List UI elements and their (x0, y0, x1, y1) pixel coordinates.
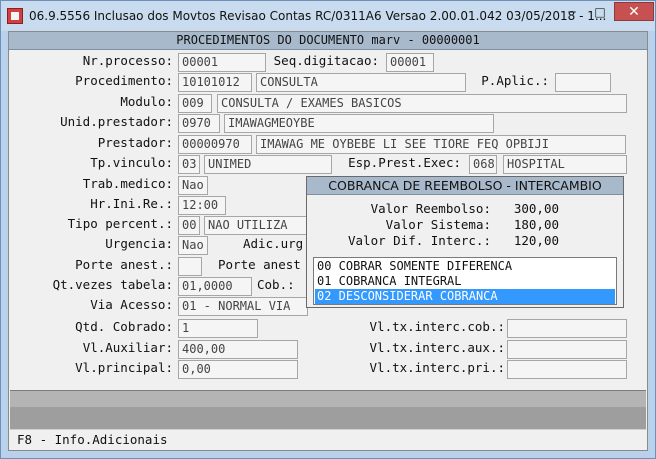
action-band (10, 390, 646, 430)
valor-reembolso-label: Valor Reembolso: (370, 201, 491, 216)
hr-ini-re-field[interactable]: 12:00 (178, 196, 226, 215)
valor-reembolso-value: 300,00 (513, 201, 559, 216)
form-panel: PROCEDIMENTOS DO DOCUMENTO marv - 000000… (8, 31, 648, 451)
unid-prestador-desc-field: IMAWAGMEOYBE (224, 114, 494, 133)
vl-tx-interc-pri-label: Vl.tx.interc.pri.: (369, 360, 505, 375)
popup-title: COBRANCA DE REEMBOLSO - INTERCAMBIO (307, 177, 623, 195)
via-acesso-label: Via Acesso: (90, 297, 173, 312)
p-aplic-label: P.Aplic.: (481, 73, 549, 88)
urgencia-label: Urgencia: (105, 236, 173, 251)
vl-tx-interc-aux-field[interactable] (507, 340, 627, 359)
option-cobranca-integral[interactable]: 01 COBRANCA INTEGRAL (315, 274, 615, 289)
vl-auxiliar-field[interactable]: 400,00 (178, 340, 298, 359)
via-acesso-field[interactable]: 01 - NORMAL VIA (178, 297, 308, 316)
modulo-label: Modulo: (120, 94, 173, 109)
vl-tx-interc-cob-label: Vl.tx.interc.cob.: (369, 319, 505, 334)
trab-medico-field[interactable]: Nao (178, 176, 208, 195)
hr-ini-re-label: Hr.Ini.Re.: (90, 196, 173, 211)
vl-tx-interc-aux-label: Vl.tx.interc.aux.: (369, 340, 505, 355)
esp-prest-exec-label: Esp.Prest.Exec: (348, 155, 461, 170)
cobranca-options-list[interactable]: 00 COBRAR SOMENTE DIFERENCA 01 COBRANCA … (313, 257, 617, 305)
prestador-desc-field: IMAWAG ME OYBEBE LI SEE TIORE FEQ OPBIJI (256, 135, 626, 154)
qt-vezes-tabela-field[interactable]: 01,0000 (178, 277, 252, 296)
p-aplic-field[interactable] (555, 73, 611, 92)
app-window: 06.9.5556 Inclusao dos Movtos Revisao Co… (0, 0, 656, 459)
unid-prestador-label: Unid.prestador: (60, 114, 173, 129)
seq-digitacao-field[interactable]: 00001 (386, 53, 434, 72)
modulo-code-field[interactable]: 009 (178, 94, 212, 113)
valor-dif-interc-value: 120,00 (513, 233, 559, 248)
modulo-desc-field: CONSULTA / EXAMES BASICOS (217, 94, 627, 113)
qtd-cobrado-label: Qtd. Cobrado: (75, 319, 173, 334)
valor-sistema-label: Valor Sistema: (385, 217, 491, 232)
minimize-button[interactable]: ─ (558, 2, 586, 21)
cob-label: Cob.: (257, 277, 295, 292)
vl-auxiliar-label: Vl.Auxiliar: (82, 340, 173, 355)
tp-vinculo-desc-field: UNIMED (204, 155, 332, 174)
tp-vinculo-label: Tp.vinculo: (90, 155, 173, 170)
vl-principal-label: Vl.principal: (75, 360, 173, 375)
tipo-percent-code-field[interactable]: 00 (178, 216, 200, 235)
nr-processo-label: Nr.processo: (82, 53, 173, 68)
qt-vezes-tabela-label: Qt.vezes tabela: (52, 277, 173, 292)
esp-prest-exec-code-field[interactable]: 068 (469, 155, 497, 174)
prestador-code-field[interactable]: 00000970 (178, 135, 252, 154)
app-icon (7, 8, 23, 24)
porte-anest-label: Porte anest.: (75, 257, 173, 272)
tipo-percent-desc-field: NAO UTILIZA (204, 216, 314, 235)
seq-digitacao-label: Seq.digitacao: (273, 53, 379, 68)
option-desconsiderar-cobranca[interactable]: 02 DESCONSIDERAR COBRANCA (315, 289, 615, 304)
procedimento-label: Procedimento: (75, 73, 173, 88)
title-bar[interactable]: 06.9.5556 Inclusao dos Movtos Revisao Co… (1, 1, 655, 31)
valor-dif-interc-label: Valor Dif. Interc.: (348, 233, 491, 248)
urgencia-field[interactable]: Nao (178, 236, 208, 255)
unid-prestador-code-field[interactable]: 0970 (178, 114, 220, 133)
trab-medico-label: Trab.medico: (82, 176, 173, 191)
option-cobrar-somente-diferenca[interactable]: 00 COBRAR SOMENTE DIFERENCA (315, 259, 615, 274)
nr-processo-field[interactable]: 00001 (178, 53, 266, 72)
tp-vinculo-code-field[interactable]: 03 (178, 155, 200, 174)
reembolso-popup: COBRANCA DE REEMBOLSO - INTERCAMBIO Valo… (306, 176, 624, 308)
window-title: 06.9.5556 Inclusao dos Movtos Revisao Co… (29, 9, 607, 23)
form-header: PROCEDIMENTOS DO DOCUMENTO marv - 000000… (9, 32, 647, 50)
maximize-button[interactable]: □ (586, 2, 614, 21)
vl-tx-interc-cob-field[interactable] (507, 319, 627, 338)
procedimento-desc-field: CONSULTA (256, 73, 466, 92)
esp-prest-exec-desc-field: HOSPITAL (503, 155, 627, 174)
footer-hint: F8 - Info.Adicionais (17, 432, 168, 447)
valor-sistema-value: 180,00 (513, 217, 559, 232)
action-band-top (10, 391, 646, 407)
tipo-percent-label: Tipo percent.: (67, 216, 173, 231)
qtd-cobrado-field[interactable]: 1 (178, 319, 258, 338)
porte-anest-2-label: Porte anest (218, 257, 301, 272)
prestador-label: Prestador: (97, 135, 173, 150)
close-button[interactable]: ✕ (614, 2, 654, 21)
vl-tx-interc-pri-field[interactable] (507, 360, 627, 379)
adic-urg-label: Adic.urg (243, 236, 304, 251)
porte-anest-field[interactable] (178, 257, 202, 276)
vl-principal-field[interactable]: 0,00 (178, 360, 298, 379)
procedimento-code-field[interactable]: 10101012 (178, 73, 252, 92)
